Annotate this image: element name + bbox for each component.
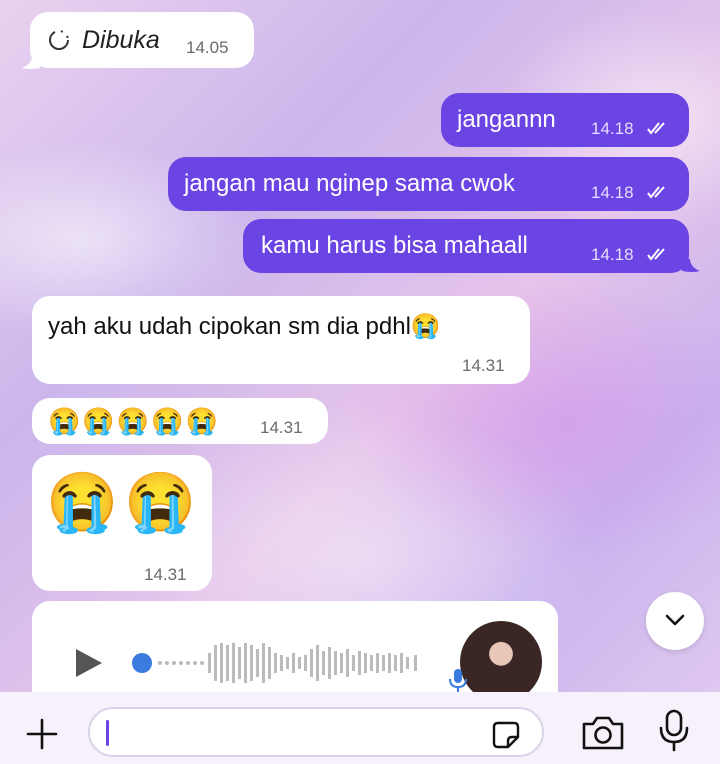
message-bubble-outgoing[interactable]: jangannn 14.18 <box>441 93 689 147</box>
message-text: jangannn <box>457 106 556 133</box>
message-text: kamu harus bisa mahaall <box>261 232 528 259</box>
message-time: 14.18 <box>591 119 634 138</box>
status-chip: Dibuka 14.05 <box>30 12 254 68</box>
message-bubble-outgoing[interactable]: kamu harus bisa mahaall 14.18 <box>243 219 689 273</box>
message-time: 14.31 <box>462 356 505 375</box>
mic-icon <box>449 669 467 692</box>
bubble-tail <box>22 56 40 69</box>
message-time: 14.31 <box>260 418 303 437</box>
play-icon[interactable] <box>72 647 104 679</box>
scroll-to-bottom-button[interactable] <box>646 592 704 650</box>
voice-waveform[interactable] <box>130 641 430 685</box>
message-time: 14.18 <box>591 183 634 202</box>
mic-icon[interactable] <box>656 708 692 754</box>
message-time: 14.31 <box>144 565 187 584</box>
status-time: 14.05 <box>186 38 229 57</box>
sticker-icon[interactable] <box>492 721 520 749</box>
message-input-field[interactable] <box>114 717 478 749</box>
read-double-check-icon <box>647 122 665 135</box>
message-time: 14.18 <box>591 245 634 264</box>
message-bubble-incoming[interactable]: 😭😭😭😭😭 14.31 <box>32 398 328 444</box>
text-caret <box>106 720 109 746</box>
avatar <box>460 621 542 703</box>
plus-icon[interactable] <box>24 716 60 752</box>
message-input[interactable] <box>88 707 544 757</box>
status-label: Dibuka <box>82 26 160 54</box>
message-text: 😭😭😭😭😭 <box>48 406 220 436</box>
message-bubble-incoming[interactable]: yah aku udah cipokan sm dia pdhl😭 14.31 <box>32 296 530 384</box>
read-double-check-icon <box>647 248 665 261</box>
bubble-tail <box>682 259 700 272</box>
message-bubble-outgoing[interactable]: jangan mau nginep sama cwok 14.18 <box>168 157 689 211</box>
message-text: yah aku udah cipokan sm dia pdhl😭 <box>48 313 441 340</box>
chevron-down-icon <box>665 614 685 626</box>
message-bubble-incoming[interactable]: 😭😭 14.31 <box>32 455 212 591</box>
message-text: jangan mau nginep sama cwok <box>184 170 515 197</box>
loading-icon <box>49 30 69 50</box>
camera-icon[interactable] <box>580 714 626 752</box>
read-double-check-icon <box>647 186 665 199</box>
message-text: 😭😭 <box>46 470 203 535</box>
